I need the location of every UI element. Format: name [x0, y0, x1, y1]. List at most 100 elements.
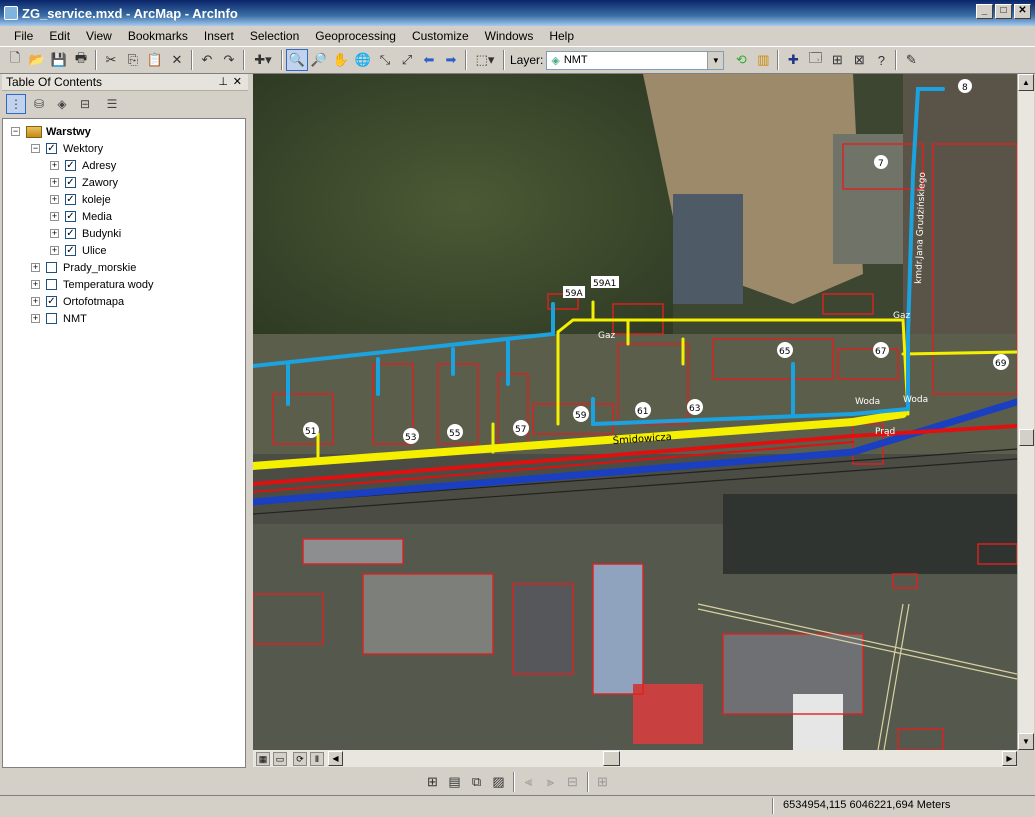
scroll-left-icon[interactable]: ◀ [328, 751, 343, 766]
visibility-checkbox[interactable] [46, 279, 57, 290]
menu-help[interactable]: Help [541, 29, 582, 43]
layer-dropdown[interactable]: ◈ NMT ▼ [546, 50, 725, 70]
list-by-visibility-icon[interactable]: ◈ [52, 94, 72, 114]
menu-windows[interactable]: Windows [477, 29, 542, 43]
visibility-checkbox[interactable]: ✓ [65, 211, 76, 222]
zoom-in-icon[interactable]: 🔍 [286, 49, 308, 71]
edit-tool-icon[interactable]: ✎ [900, 49, 922, 71]
group-icon[interactable]: ⊞ [592, 771, 614, 793]
expand-icon[interactable]: + [31, 314, 40, 323]
visibility-checkbox[interactable] [46, 262, 57, 273]
menu-geoprocessing[interactable]: Geoprocessing [307, 29, 404, 43]
back-arrow-icon[interactable]: ⬅ [418, 49, 440, 71]
collapse-icon[interactable]: − [11, 127, 20, 136]
identify-icon[interactable]: ⊞ [826, 49, 848, 71]
zoom-out-icon[interactable]: 🔎 [308, 49, 330, 71]
expand-icon[interactable]: + [50, 246, 59, 255]
scroll-thumb[interactable] [1019, 429, 1034, 446]
print-icon[interactable]: 🖶 [70, 49, 92, 71]
toc-node-wektory[interactable]: − ✓ Wektory [3, 140, 245, 157]
toc-node-warstwy[interactable]: − Warstwy [3, 123, 245, 140]
list-by-source-icon[interactable]: ⛁ [29, 94, 49, 114]
toc-layer-ortofotmapa[interactable]: + ✓ Ortofotmapa [3, 293, 245, 310]
menu-file[interactable]: File [6, 29, 41, 43]
map-vertical-scrollbar[interactable]: ▲ ▼ [1017, 74, 1034, 750]
redo-icon[interactable]: ↷ [218, 49, 240, 71]
toc-layer-nmt[interactable]: + NMT [3, 310, 245, 327]
list-by-drawing-order-icon[interactable]: ⋮ [6, 94, 26, 114]
fixed-zoom-in-icon[interactable]: ⤡ [374, 49, 396, 71]
refresh-icon[interactable]: ⟳ [293, 751, 307, 766]
menu-customize[interactable]: Customize [404, 29, 477, 43]
measure-icon[interactable]: ⊠ [848, 49, 870, 71]
options-icon[interactable]: ☰ [102, 94, 122, 114]
histogram-icon[interactable]: ▥ [752, 49, 774, 71]
menu-insert[interactable]: Insert [196, 29, 242, 43]
expand-icon[interactable]: + [50, 229, 59, 238]
distribute-icon[interactable]: ⊟ [562, 771, 584, 793]
expand-icon[interactable]: + [50, 178, 59, 187]
cut-icon[interactable]: ✂ [100, 49, 122, 71]
map-canvas[interactable]: 8 7 59A 59A1 65 67 69 51 53 55 57 59 61 … [253, 74, 1017, 750]
visibility-checkbox[interactable]: ✓ [65, 177, 76, 188]
visibility-checkbox[interactable]: ✓ [46, 143, 57, 154]
menu-bookmarks[interactable]: Bookmarks [120, 29, 196, 43]
fixed-zoom-out-icon[interactable]: ⤢ [396, 49, 418, 71]
align-left-icon[interactable]: ⫷ [518, 771, 540, 793]
menu-selection[interactable]: Selection [242, 29, 307, 43]
pause-drawing-icon[interactable]: Ⅱ [310, 751, 324, 766]
undo-icon[interactable]: ↶ [196, 49, 218, 71]
expand-icon[interactable]: + [31, 263, 40, 272]
toc-layer-zawory[interactable]: + ✓ Zawory [3, 174, 245, 191]
toc-layer-prady-morskie[interactable]: + Prady_morskie [3, 259, 245, 276]
expand-icon[interactable]: + [31, 280, 40, 289]
toc-layer-koleje[interactable]: + ✓ koleje [3, 191, 245, 208]
editor-icon[interactable]: ✚ [782, 49, 804, 71]
pan-hand-icon[interactable]: ✋ [330, 49, 352, 71]
full-extent-globe-icon[interactable]: 🌐 [352, 49, 374, 71]
scroll-right-icon[interactable]: ▶ [1002, 751, 1017, 766]
toc-layer-media[interactable]: + ✓ Media [3, 208, 245, 225]
delete-icon[interactable]: ✕ [166, 49, 188, 71]
visibility-checkbox[interactable]: ✓ [65, 245, 76, 256]
save-icon[interactable]: 💾 [48, 49, 70, 71]
copy-icon[interactable]: ⎘ [122, 49, 144, 71]
data-view-icon[interactable]: ▦ [256, 751, 270, 766]
minimize-button[interactable]: _ [976, 4, 993, 19]
pin-icon[interactable]: ⊥ [218, 75, 228, 88]
graph-icon[interactable]: ▨ [488, 771, 510, 793]
scroll-down-icon[interactable]: ▼ [1018, 733, 1034, 750]
close-button[interactable]: ✕ [1014, 4, 1031, 19]
add-data-icon[interactable]: ✚▾ [248, 49, 278, 71]
chevron-down-icon[interactable]: ▼ [707, 51, 724, 69]
scroll-thumb[interactable] [603, 751, 620, 766]
new-document-icon[interactable]: 🗋 [4, 49, 26, 71]
open-folder-icon[interactable]: 📂 [26, 49, 48, 71]
toc-layer-ulice[interactable]: + ✓ Ulice [3, 242, 245, 259]
map-view[interactable]: 8 7 59A 59A1 65 67 69 51 53 55 57 59 61 … [253, 74, 1017, 750]
menu-edit[interactable]: Edit [41, 29, 78, 43]
visibility-checkbox[interactable]: ✓ [46, 296, 57, 307]
toc-layer-budynki[interactable]: + ✓ Budynki [3, 225, 245, 242]
expand-icon[interactable]: + [50, 161, 59, 170]
expand-icon[interactable]: + [50, 212, 59, 221]
select-features-icon[interactable]: ⬚▾ [470, 49, 500, 71]
table-icon[interactable]: ▤ [444, 771, 466, 793]
layer-tool-icon[interactable]: ⧉ [466, 771, 488, 793]
georeference-icon[interactable]: ⊞ [422, 771, 444, 793]
scroll-up-icon[interactable]: ▲ [1018, 74, 1034, 91]
visibility-checkbox[interactable] [46, 313, 57, 324]
visibility-checkbox[interactable]: ✓ [65, 194, 76, 205]
toc-layer-adresy[interactable]: + ✓ Adresy [3, 157, 245, 174]
layout-view-icon[interactable]: ▭ [273, 751, 287, 766]
swipe-icon[interactable]: ⟲ [730, 49, 752, 71]
visibility-checkbox[interactable]: ✓ [65, 160, 76, 171]
collapse-icon[interactable]: − [31, 144, 40, 153]
expand-icon[interactable]: + [50, 195, 59, 204]
paste-icon[interactable]: 📋 [144, 49, 166, 71]
maximize-button[interactable]: □ [995, 4, 1012, 19]
list-by-selection-icon[interactable]: ⊟ [75, 94, 95, 114]
expand-icon[interactable]: + [31, 297, 40, 306]
toc-layer-temperatura-wody[interactable]: + Temperatura wody [3, 276, 245, 293]
align-center-icon[interactable]: ⫸ [540, 771, 562, 793]
